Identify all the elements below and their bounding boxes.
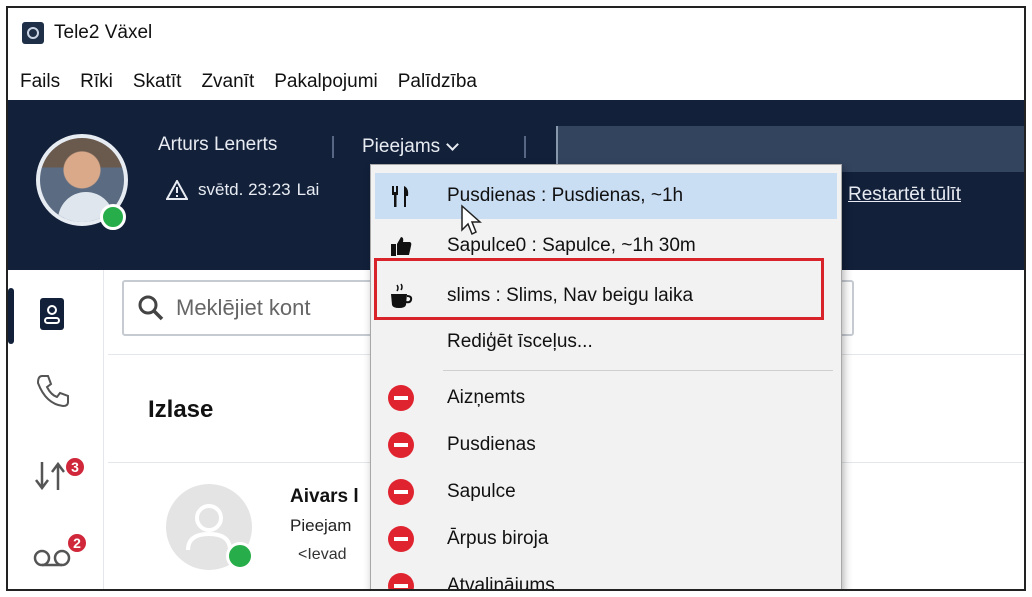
menu-riki[interactable]: Rīki (80, 71, 113, 93)
search-icon (138, 295, 164, 321)
warning-text-trailing: Lai (296, 180, 320, 199)
status-label: Pieejams (362, 136, 441, 157)
nav-rail: 3 2 (8, 270, 104, 589)
status-menu: Pusdienas : Pusdienas, ~1h Sapulce0 : Sa… (370, 164, 842, 591)
menu-item-status-vacation[interactable]: Atvaļinājums (375, 563, 837, 591)
menu-item-status-busy[interactable]: Aizņemts (375, 375, 837, 421)
menu-skatit[interactable]: Skatīt (133, 71, 182, 93)
fork-knife-icon (387, 182, 415, 210)
menu-zvanit[interactable]: Zvanīt (201, 71, 254, 93)
menu-pakalpojumi[interactable]: Pakalpojumi (274, 71, 378, 93)
menu-item-label: Pusdienas (447, 434, 536, 455)
app-logo-icon (22, 22, 44, 44)
menu-fails[interactable]: Fails (20, 71, 60, 93)
history-badge: 3 (64, 456, 86, 478)
contact-name[interactable]: Aivars l (290, 486, 359, 508)
status-dropdown[interactable]: Pieejams (362, 136, 460, 158)
contacts-book-icon[interactable] (32, 294, 72, 334)
menu-item-status-out-of-office[interactable]: Ārpus biroja (375, 516, 837, 562)
menu-item-status-meeting[interactable]: Sapulce (375, 469, 837, 515)
presence-available-icon (100, 204, 126, 230)
user-name: Arturs Lenerts (158, 134, 278, 155)
title-bar: Tele2 Växel (8, 8, 1024, 58)
menu-item-label: Rediģēt īsceļus... (447, 331, 593, 352)
menu-item-shortcut-pusdienas[interactable]: Pusdienas : Pusdienas, ~1h (375, 173, 837, 219)
do-not-disturb-icon (387, 525, 415, 553)
warning-notice: svētd. 23:23 Lai (166, 180, 319, 200)
menu-item-status-lunch[interactable]: Pusdienas (375, 422, 837, 468)
window-title: Tele2 Växel (54, 22, 153, 43)
do-not-disturb-icon (387, 478, 415, 506)
search-placeholder: Meklējiet kont (176, 295, 311, 320)
thumbs-up-icon (387, 232, 415, 260)
voicemail-badge: 2 (66, 532, 88, 554)
phone-icon[interactable] (32, 370, 72, 410)
contact-status: Pieejam (290, 516, 352, 535)
warning-triangle-icon (166, 180, 188, 200)
annotation-highlight-box (374, 258, 824, 320)
mouse-cursor-icon (461, 204, 482, 236)
favorites-heading: Izlase (148, 396, 214, 423)
menu-item-label: Sapulce (447, 481, 516, 502)
menu-separator (443, 370, 833, 371)
menu-item-label: Ārpus biroja (447, 528, 549, 549)
menu-item-edit-shortcuts[interactable]: Rediģēt īsceļus... (375, 319, 837, 365)
rail-active-indicator (8, 288, 14, 344)
menu-palidziba[interactable]: Palīdzība (398, 71, 477, 93)
contact-presence-icon (226, 542, 254, 570)
menu-item-label: Atvaļinājums (447, 575, 555, 591)
do-not-disturb-icon (387, 431, 415, 459)
warning-text: svētd. 23:23 (198, 180, 291, 199)
menu-item-label: Sapulce0 : Sapulce, ~1h 30m (447, 235, 696, 256)
header-separator (332, 136, 334, 158)
header-separator (524, 136, 526, 158)
chevron-down-icon (446, 138, 460, 151)
menu-bar: Fails Rīki Skatīt Zvanīt Pakalpojumi Pal… (8, 64, 1024, 100)
restart-now-link[interactable]: Restartēt tūlīt (848, 184, 961, 206)
do-not-disturb-icon (387, 572, 415, 589)
contact-extension: <Ievad (298, 546, 347, 563)
do-not-disturb-icon (387, 384, 415, 412)
app-window: Tele2 Växel Fails Rīki Skatīt Zvanīt Pak… (6, 6, 1026, 591)
menu-item-label: Aizņemts (447, 387, 526, 408)
